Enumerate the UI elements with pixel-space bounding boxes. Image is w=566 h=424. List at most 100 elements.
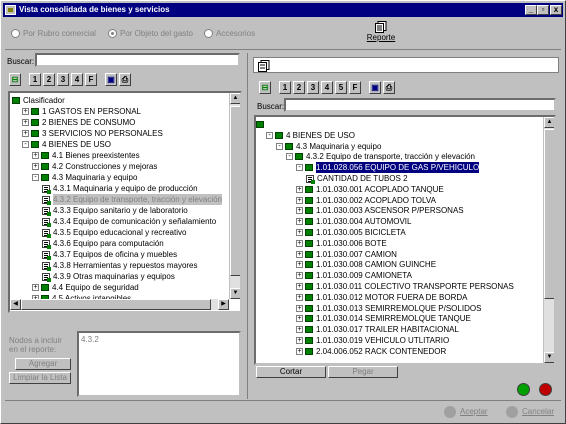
level-4-button[interactable]: 4 [321,81,333,94]
scroll-up-button[interactable]: ▲ [230,93,240,104]
h-scroll-thumb[interactable] [21,299,211,310]
full-level-button[interactable]: F [85,73,97,86]
expand-icon[interactable]: + [296,218,303,226]
tree-node[interactable]: +4.4 Equipo de seguridad [32,282,139,293]
expand-icon[interactable]: + [32,163,39,170]
cancel-button[interactable]: Cancelar [506,404,563,419]
collapse-icon[interactable]: - [22,141,29,148]
expand-icon[interactable]: + [22,119,29,126]
tree-node[interactable]: - 4 BIENES DE USO [266,130,355,141]
tree-node[interactable]: +1.01.030.012 MOTOR FUERA DE BORDA [296,292,467,303]
maximize-button[interactable]: ▫ [537,5,549,15]
tree-node[interactable]: +1.01.030.008 CAMION GUINCHE [296,259,436,270]
tree-node[interactable]: +1.01.030.006 BOTE [296,238,387,249]
tree-node[interactable]: 4.3.4 Equipo de comunicación y señalamie… [42,216,216,227]
expand-icon[interactable]: + [32,284,39,291]
scroll-thumb[interactable] [230,106,240,276]
tree-node[interactable]: +1.01.030.014 SEMIRREMOLQUE TANQUE [296,313,471,324]
collapse-icon[interactable]: - [266,131,273,139]
expand-icon[interactable]: + [296,196,303,204]
tree-node[interactable]: +1 GASTOS EN PERSONAL [22,106,141,117]
scroll-down-button[interactable]: ▼ [230,288,240,299]
filter-rubro-radio[interactable]: Por Rubro comercial [11,29,96,38]
right-vertical-scrollbar[interactable]: ▲ ▼ [543,117,554,363]
tree-node[interactable]: 4.3.5 Equipo educacional y recreativo [42,227,186,238]
level-3-button[interactable]: 3 [57,73,69,86]
tree-node[interactable]: +1.01.030.017 TRAILER HABITACIONAL [296,324,459,335]
level-1-button[interactable]: 1 [29,73,41,86]
tree-node[interactable]: +1.01.030.007 CAMION [296,249,397,260]
red-status-button[interactable] [539,383,552,396]
tree-node[interactable]: +4.1 Bienes preexistentes [32,150,140,161]
collapse-icon[interactable]: - [286,153,293,161]
collapse-icon[interactable]: - [32,174,39,181]
tree-node[interactable]: - 4.3 Maquinaria y equipo [32,172,137,183]
filter-accesorios-radio[interactable]: Accesorios [204,29,255,38]
report-button[interactable]: Reporte [356,21,406,45]
tree-node[interactable]: 4.3.9 Otras maquinarias y equipos [42,271,175,282]
expand-icon[interactable]: + [296,207,303,215]
tree-node[interactable]: +3 SERVICIOS NO PERSONALES [22,128,163,139]
right-search-input[interactable] [284,98,556,112]
tree-node[interactable]: +1.01.030.011 COLECTIVO TRANSPORTE PERSO… [296,281,514,292]
minimize-button[interactable]: _ [525,5,537,15]
level-2-button[interactable]: 2 [43,73,55,86]
tree-node[interactable]: 4.3.6 Equipo para computación [42,238,164,249]
expand-icon[interactable]: + [296,326,303,334]
scroll-left-button[interactable]: ◀ [10,299,21,310]
expand-icon[interactable]: + [296,250,303,258]
tree-node[interactable]: - 1.01.028.056 EQUIPO DE GAS P/VEHICULO [296,162,480,174]
paste-button[interactable]: Pegar [328,366,398,378]
expand-icon[interactable]: + [296,239,303,247]
expand-icon[interactable]: + [296,283,303,290]
tree-node[interactable]: - 4 BIENES DE USO [22,139,111,150]
level-3-button[interactable]: 3 [307,81,319,94]
expand-icon[interactable]: + [296,261,303,269]
expand-icon[interactable]: + [22,108,29,115]
tree-node[interactable]: +1.01.030.019 VEHICULO UTLITARIO [296,335,449,346]
print-icon[interactable]: ⎙ [119,73,131,86]
tree-node[interactable]: +4.2 Construcciones y mejoras [32,161,157,172]
level-4-button[interactable]: 4 [71,73,83,86]
nodes-list-item[interactable]: 4.3.2 [81,335,99,344]
left-horizontal-scrollbar[interactable]: ◀ ▶ [10,299,229,310]
scroll-thumb[interactable] [544,129,554,299]
tree-node[interactable]: CANTIDAD DE TUBOS 2 [306,173,408,184]
green-status-button[interactable] [517,383,530,396]
tree-node[interactable]: 4.3.7 Equipos de oficina y muebles [42,249,177,260]
left-vertical-scrollbar[interactable]: ▲ ▼ [229,93,240,299]
tree-node[interactable] [256,119,267,130]
expand-icon[interactable]: + [296,347,303,355]
expand-icon[interactable]: + [296,304,303,312]
close-button[interactable]: x [550,5,562,15]
expand-icon[interactable]: + [296,272,303,280]
filter-objeto-radio[interactable]: Por Objeto del gasto [108,29,193,38]
scroll-right-button[interactable]: ▶ [218,299,229,310]
tree-root-icon[interactable]: ⊟ [9,73,21,86]
tree-node[interactable]: +1.01.030.004 AUTOMOVIL [296,216,411,227]
tree-node[interactable]: +1.01.030.001 ACOPLADO TANQUE [296,184,444,195]
expand-icon[interactable]: + [296,337,303,344]
collapse-icon[interactable]: - [296,164,303,172]
preview-icon[interactable]: ▣ [369,81,381,94]
tree-node[interactable]: +1.01.030.009 CAMIONETA [296,270,412,281]
nodes-list[interactable]: 4.3.2 [77,331,241,397]
expand-icon[interactable]: + [22,130,29,137]
cut-button[interactable]: Cortar [256,366,326,378]
print-icon[interactable]: ⎙ [383,81,395,94]
expand-icon[interactable]: + [296,315,303,323]
tree-node[interactable]: +2.04.006.052 RACK CONTENEDOR [296,346,446,357]
tree-node[interactable]: Clasificador [12,95,65,106]
collapse-icon[interactable]: - [276,142,283,150]
tree-node[interactable]: +1.01.030.013 SEMIRREMOLQUE P/SOLIDOS [296,303,481,314]
level-5-button[interactable]: 5 [335,81,347,94]
tree-node[interactable]: +1.01.030.003 ASCENSOR P/PERSONAS [296,205,464,216]
left-search-input[interactable] [35,53,240,67]
level-2-button[interactable]: 2 [293,81,305,94]
tree-node[interactable]: - 4.3.2 Equipo de transporte, tracción y … [286,151,475,162]
tree-node[interactable]: 4.3.2 Equipo de transporte, tracción y e… [42,194,222,205]
expand-icon[interactable]: + [296,229,303,236]
expand-icon[interactable]: + [296,293,303,301]
scroll-down-button[interactable]: ▼ [544,352,554,363]
level-1-button[interactable]: 1 [279,81,291,94]
